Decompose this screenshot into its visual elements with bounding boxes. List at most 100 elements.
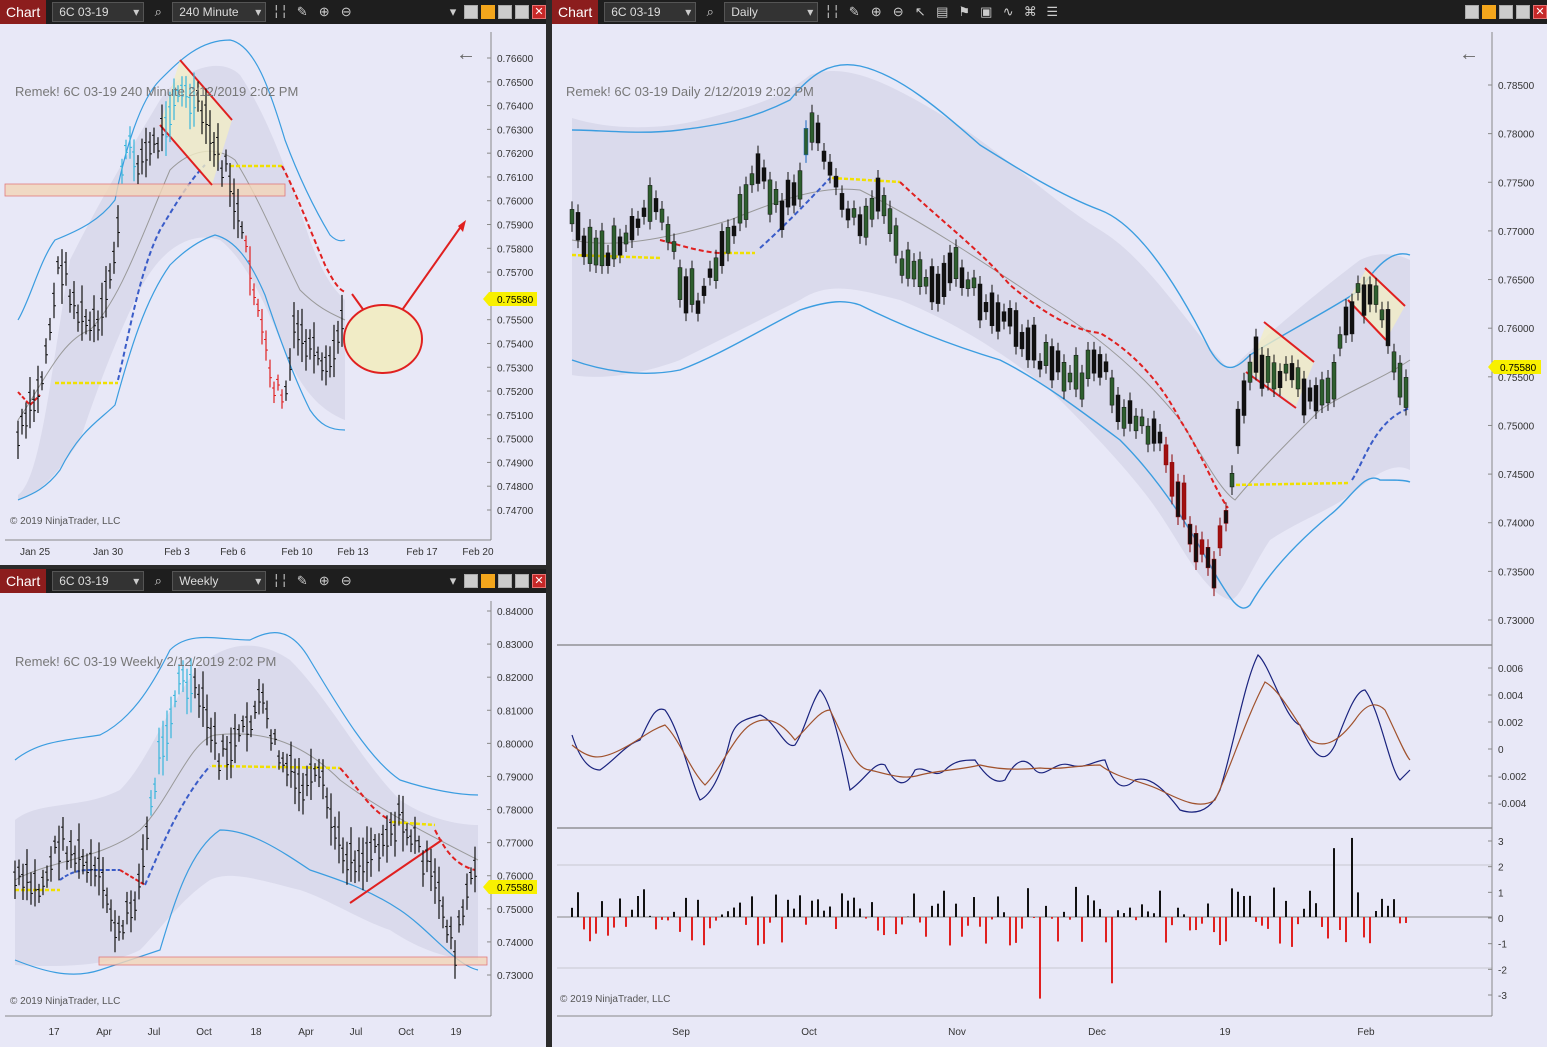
link-color-button[interactable] [481, 574, 495, 588]
bars-style-icon[interactable]: ╎╎ [272, 573, 288, 589]
chart-menu-button[interactable]: Chart [0, 0, 47, 24]
y-tick-label: 0.75800 [497, 244, 534, 255]
period-selector[interactable]: 240 Minute [172, 2, 267, 22]
snapshot-icon[interactable]: ▣ [978, 4, 994, 20]
data-box-icon[interactable]: ▤ [934, 4, 950, 20]
x-tick-label: Jan 25 [20, 547, 50, 558]
minimize-button[interactable] [498, 5, 512, 19]
instrument-selector[interactable]: 6C 03-19 [604, 2, 697, 22]
indicators-icon[interactable]: ∿ [1000, 4, 1016, 20]
search-icon[interactable]: ⌕ [150, 573, 166, 589]
y-tick-label: 0 [1498, 914, 1504, 925]
maximize-button[interactable] [515, 5, 529, 19]
zoom-in-icon[interactable]: ⊕ [868, 4, 884, 20]
y-tick-label: 0.83000 [497, 640, 534, 651]
chart-panel-daily[interactable]: Remek! 6C 03-19 Daily 2/12/2019 2:02 PM … [552, 24, 1547, 1047]
y-tick-label: 0.75100 [497, 411, 534, 422]
y-tick-label: -2 [1498, 965, 1507, 976]
close-button[interactable]: ✕ [532, 574, 546, 588]
back-arrow-icon[interactable]: ← [456, 43, 476, 65]
y-tick-label: 0.75400 [497, 339, 534, 350]
x-axis[interactable]: 17 Apr Jul Oct 18 Apr Jul Oct 19 [48, 1027, 462, 1038]
y-tick-label: -1 [1498, 940, 1507, 951]
price-tag: 0.75580 [483, 880, 537, 894]
y-tick-label: 0.74000 [497, 938, 534, 949]
x-tick-label: Oct [196, 1027, 212, 1038]
dropdown-arrow-icon[interactable]: ▾ [445, 4, 461, 20]
y-tick-label: 0.78000 [1498, 130, 1535, 141]
back-arrow-icon[interactable]: ← [1459, 43, 1479, 65]
x-tick-label: 19 [450, 1027, 462, 1038]
link-color-button[interactable] [1482, 5, 1496, 19]
y-tick-label: 0.75500 [497, 316, 534, 327]
chart-menu-button[interactable]: Chart [0, 569, 47, 593]
x-tick-label: Oct [801, 1027, 817, 1038]
maximize-button[interactable] [1516, 5, 1530, 19]
properties-icon[interactable]: ⚑ [956, 4, 972, 20]
y-tick-label: 0.77000 [497, 839, 534, 850]
y-tick-label: -3 [1498, 991, 1507, 1002]
close-button[interactable]: ✕ [532, 5, 546, 19]
list-icon[interactable]: ☰ [1044, 4, 1060, 20]
y-tick-label: 0.75300 [497, 363, 534, 374]
chart-title: Remek! 6C 03-19 240 Minute 2/12/2019 2:0… [15, 84, 298, 99]
period-selector[interactable]: Daily [724, 2, 819, 22]
y-tick-label: 0.75500 [1498, 373, 1535, 384]
strategies-icon[interactable]: ⌘ [1022, 4, 1038, 20]
y-tick-label: 0.77000 [1498, 227, 1535, 238]
instrument-selector[interactable]: 6C 03-19 [52, 2, 145, 22]
x-axis[interactable]: Sep Oct Nov Dec 19 Feb [672, 1027, 1375, 1038]
oscillator-axis[interactable]: 0.006 0.004 0.002 0 -0.002 -0.004 [1488, 664, 1527, 810]
y-tick-label: 0.73000 [1498, 616, 1535, 627]
search-icon[interactable]: ⌕ [702, 4, 718, 20]
y-tick-label: 0.78500 [1498, 81, 1535, 92]
zoom-out-icon[interactable]: ⊖ [338, 4, 354, 20]
chart-menu-button[interactable]: Chart [552, 0, 599, 24]
minimize-button[interactable] [498, 574, 512, 588]
maximize-button[interactable] [515, 574, 529, 588]
y-tick-label: 0.75000 [1498, 421, 1535, 432]
minimize-button[interactable] [1499, 5, 1513, 19]
y-axis[interactable]: 0.78500 0.78000 0.77500 0.77000 0.76500 0.760… [1488, 81, 1535, 627]
x-axis[interactable]: Jan 25 Jan 30 Feb 3 Feb 6 Feb 10 Feb 13 Feb 17… [20, 547, 494, 558]
chart-panel-weekly[interactable]: Remek! 6C 03-19 Weekly 2/12/2019 2:02 PM… [0, 593, 546, 1047]
chart-panel-240min[interactable]: Remek! 6C 03-19 240 Minute 2/12/2019 2:0… [0, 24, 546, 565]
zoom-out-icon[interactable]: ⊖ [338, 573, 354, 589]
x-tick-label: Dec [1088, 1027, 1106, 1038]
chart-toolbar: Chart 6C 03-19 ⌕ Daily ╎╎ ✎ ⊕ ⊖ ↖ ▤ ⚑ ▣ … [552, 0, 1547, 24]
y-axis[interactable]: 0.76600 0.76500 0.76400 0.76300 0.76200 0.761… [487, 54, 534, 517]
y-tick-label: 0.74800 [497, 482, 534, 493]
zoom-in-icon[interactable]: ⊕ [316, 4, 332, 20]
y-tick-label: 0.76200 [497, 149, 534, 160]
x-tick-label: Feb 10 [281, 547, 313, 558]
bars-style-icon[interactable]: ╎╎ [824, 4, 840, 20]
close-button[interactable]: ✕ [1533, 5, 1547, 19]
x-tick-label: Oct [398, 1027, 414, 1038]
y-tick-label: 0.76100 [497, 173, 534, 184]
x-tick-label: 17 [48, 1027, 60, 1038]
y-tick-label: 0.002 [1498, 718, 1523, 729]
x-tick-label: Sep [672, 1027, 690, 1038]
pointer-icon[interactable]: ↖ [912, 4, 928, 20]
chart-title: Remek! 6C 03-19 Weekly 2/12/2019 2:02 PM [15, 654, 276, 669]
y-tick-label: 0.004 [1498, 691, 1523, 702]
period-selector[interactable]: Weekly [172, 571, 267, 591]
y-axis[interactable]: 0.84000 0.83000 0.82000 0.81000 0.80000 0.790… [487, 607, 534, 982]
tile-button[interactable] [1465, 5, 1479, 19]
drawing-tool-icon[interactable]: ✎ [294, 573, 310, 589]
link-color-button[interactable] [481, 5, 495, 19]
search-icon[interactable]: ⌕ [150, 4, 166, 20]
zoom-in-icon[interactable]: ⊕ [316, 573, 332, 589]
zoom-out-icon[interactable]: ⊖ [890, 4, 906, 20]
x-tick-label: Jul [148, 1027, 161, 1038]
bars-style-icon[interactable]: ╎╎ [272, 4, 288, 20]
tile-button[interactable] [464, 574, 478, 588]
dropdown-arrow-icon[interactable]: ▾ [445, 573, 461, 589]
instrument-selector[interactable]: 6C 03-19 [52, 571, 145, 591]
drawing-tool-icon[interactable]: ✎ [846, 4, 862, 20]
drawing-tool-icon[interactable]: ✎ [294, 4, 310, 20]
y-tick-label: 0.75200 [497, 387, 534, 398]
tile-button[interactable] [464, 5, 478, 19]
x-tick-label: Feb [1357, 1027, 1375, 1038]
x-tick-label: Apr [298, 1027, 314, 1038]
